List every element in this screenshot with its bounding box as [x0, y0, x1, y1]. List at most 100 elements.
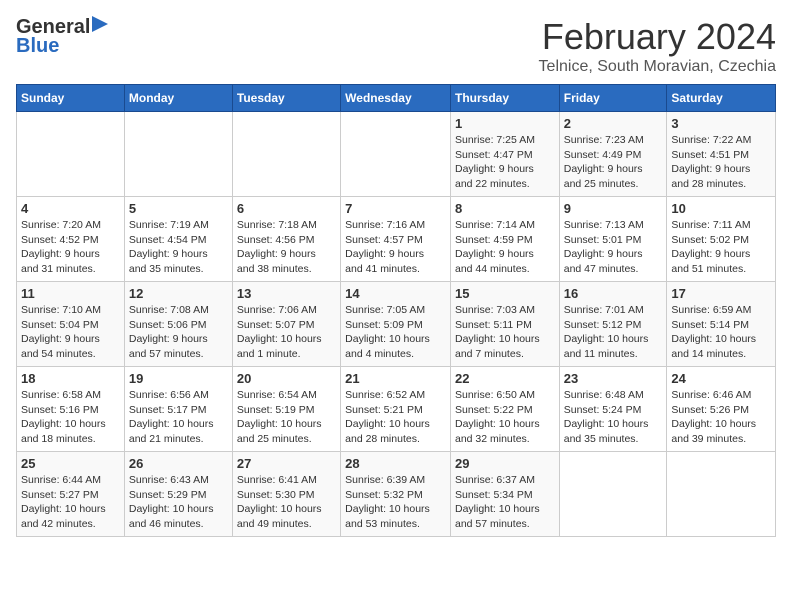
calendar-cell [341, 112, 451, 197]
calendar-header-monday: Monday [124, 85, 232, 112]
day-number: 13 [237, 286, 336, 301]
calendar-week-row: 18Sunrise: 6:58 AM Sunset: 5:16 PM Dayli… [17, 367, 776, 452]
day-info: Sunrise: 6:39 AM Sunset: 5:32 PM Dayligh… [345, 473, 446, 532]
day-number: 20 [237, 371, 336, 386]
calendar-cell: 26Sunrise: 6:43 AM Sunset: 5:29 PM Dayli… [124, 452, 232, 537]
calendar-cell: 4 Sunrise: 7:20 AM Sunset: 4:52 PM Daylig… [17, 197, 125, 282]
calendar-cell: 28 Sunrise: 6:39 AM Sunset: 5:32 PM Dayli… [341, 452, 451, 537]
title-area: February 2024 Telnice, South Moravian, C… [539, 16, 776, 76]
calendar-cell: 6Sunrise: 7:18 AM Sunset: 4:56 PM Daylig… [232, 197, 340, 282]
calendar-cell: 8 Sunrise: 7:14 AM Sunset: 4:59 PM Daylig… [450, 197, 559, 282]
day-number: 14 [345, 286, 446, 301]
calendar-cell: 17 Sunrise: 6:59 AM Sunset: 5:14 PM Dayli… [667, 282, 776, 367]
day-info: Sunrise: 7:20 AM Sunset: 4:52 PM Dayligh… [21, 218, 120, 277]
day-info: Sunrise: 6:56 AM Sunset: 5:17 PM Dayligh… [129, 388, 228, 447]
day-number: 1 [455, 116, 555, 131]
calendar-cell: 27 Sunrise: 6:41 AM Sunset: 5:30 PM Dayli… [232, 452, 340, 537]
calendar-week-row: 1 Sunrise: 7:25 AM Sunset: 4:47 PM Daylig… [17, 112, 776, 197]
page-header: General Blue February 2024 Telnice, Sout… [16, 16, 776, 76]
day-info: Sunrise: 7:08 AM Sunset: 5:06 PM Dayligh… [129, 303, 228, 362]
calendar-cell: 21 Sunrise: 6:52 AM Sunset: 5:21 PM Dayli… [341, 367, 451, 452]
calendar-cell: 14 Sunrise: 7:05 AM Sunset: 5:09 PM Dayli… [341, 282, 451, 367]
calendar-header-sunday: Sunday [17, 85, 125, 112]
day-number: 12 [129, 286, 228, 301]
day-info: Sunrise: 7:22 AM Sunset: 4:51 PM Dayligh… [671, 133, 771, 192]
calendar-cell: 2 Sunrise: 7:23 AM Sunset: 4:49 PM Daylig… [559, 112, 667, 197]
calendar-cell: 25 Sunrise: 6:44 AM Sunset: 5:27 PM Dayli… [17, 452, 125, 537]
day-info: Sunrise: 7:13 AM Sunset: 5:01 PM Dayligh… [564, 218, 663, 277]
logo: General Blue [16, 16, 108, 58]
day-number: 19 [129, 371, 228, 386]
day-number: 8 [455, 201, 555, 216]
day-number: 16 [564, 286, 663, 301]
calendar-cell [17, 112, 125, 197]
day-number: 5 [129, 201, 228, 216]
day-info: Sunrise: 6:41 AM Sunset: 5:30 PM Dayligh… [237, 473, 336, 532]
calendar-cell [559, 452, 667, 537]
day-info: Sunrise: 7:23 AM Sunset: 4:49 PM Dayligh… [564, 133, 663, 192]
calendar-week-row: 25 Sunrise: 6:44 AM Sunset: 5:27 PM Dayli… [17, 452, 776, 537]
logo-arrow-icon [92, 16, 108, 37]
day-info: Sunrise: 7:01 AM Sunset: 5:12 PM Dayligh… [564, 303, 663, 362]
day-number: 22 [455, 371, 555, 386]
month-title: February 2024 [539, 16, 776, 58]
day-info: Sunrise: 7:06 AM Sunset: 5:07 PM Dayligh… [237, 303, 336, 362]
calendar-cell: 20 Sunrise: 6:54 AM Sunset: 5:19 PM Dayli… [232, 367, 340, 452]
calendar-cell: 3 Sunrise: 7:22 AM Sunset: 4:51 PM Daylig… [667, 112, 776, 197]
day-number: 26 [129, 456, 228, 471]
calendar-cell: 1 Sunrise: 7:25 AM Sunset: 4:47 PM Daylig… [450, 112, 559, 197]
day-number: 23 [564, 371, 663, 386]
day-info: Sunrise: 7:25 AM Sunset: 4:47 PM Dayligh… [455, 133, 555, 192]
calendar-cell: 9Sunrise: 7:13 AM Sunset: 5:01 PM Daylig… [559, 197, 667, 282]
calendar-cell [667, 452, 776, 537]
day-number: 3 [671, 116, 771, 131]
day-info: Sunrise: 6:48 AM Sunset: 5:24 PM Dayligh… [564, 388, 663, 447]
calendar-cell: 23 Sunrise: 6:48 AM Sunset: 5:24 PM Dayli… [559, 367, 667, 452]
calendar-cell: 13 Sunrise: 7:06 AM Sunset: 5:07 PM Dayli… [232, 282, 340, 367]
day-number: 4 [21, 201, 120, 216]
calendar-cell: 29Sunrise: 6:37 AM Sunset: 5:34 PM Dayli… [450, 452, 559, 537]
day-info: Sunrise: 7:16 AM Sunset: 4:57 PM Dayligh… [345, 218, 446, 277]
day-number: 15 [455, 286, 555, 301]
day-info: Sunrise: 6:54 AM Sunset: 5:19 PM Dayligh… [237, 388, 336, 447]
day-info: Sunrise: 7:11 AM Sunset: 5:02 PM Dayligh… [671, 218, 771, 277]
calendar-header-friday: Friday [559, 85, 667, 112]
calendar-header-thursday: Thursday [450, 85, 559, 112]
calendar-cell [124, 112, 232, 197]
calendar-cell: 10 Sunrise: 7:11 AM Sunset: 5:02 PM Dayli… [667, 197, 776, 282]
calendar-week-row: 11Sunrise: 7:10 AM Sunset: 5:04 PM Dayli… [17, 282, 776, 367]
day-info: Sunrise: 7:05 AM Sunset: 5:09 PM Dayligh… [345, 303, 446, 362]
day-number: 29 [455, 456, 555, 471]
day-info: Sunrise: 6:59 AM Sunset: 5:14 PM Dayligh… [671, 303, 771, 362]
day-number: 18 [21, 371, 120, 386]
calendar-cell: 5Sunrise: 7:19 AM Sunset: 4:54 PM Daylig… [124, 197, 232, 282]
calendar-header-tuesday: Tuesday [232, 85, 340, 112]
day-number: 7 [345, 201, 446, 216]
calendar-cell: 11Sunrise: 7:10 AM Sunset: 5:04 PM Dayli… [17, 282, 125, 367]
day-info: Sunrise: 7:14 AM Sunset: 4:59 PM Dayligh… [455, 218, 555, 277]
day-info: Sunrise: 6:50 AM Sunset: 5:22 PM Dayligh… [455, 388, 555, 447]
day-number: 10 [671, 201, 771, 216]
calendar-table: SundayMondayTuesdayWednesdayThursdayFrid… [16, 84, 776, 537]
calendar-cell: 22 Sunrise: 6:50 AM Sunset: 5:22 PM Dayli… [450, 367, 559, 452]
day-info: Sunrise: 6:46 AM Sunset: 5:26 PM Dayligh… [671, 388, 771, 447]
day-info: Sunrise: 6:52 AM Sunset: 5:21 PM Dayligh… [345, 388, 446, 447]
day-number: 27 [237, 456, 336, 471]
day-info: Sunrise: 7:10 AM Sunset: 5:04 PM Dayligh… [21, 303, 120, 362]
day-info: Sunrise: 7:03 AM Sunset: 5:11 PM Dayligh… [455, 303, 555, 362]
day-info: Sunrise: 6:44 AM Sunset: 5:27 PM Dayligh… [21, 473, 120, 532]
calendar-cell: 16 Sunrise: 7:01 AM Sunset: 5:12 PM Dayli… [559, 282, 667, 367]
day-number: 17 [671, 286, 771, 301]
calendar-cell: 15 Sunrise: 7:03 AM Sunset: 5:11 PM Dayli… [450, 282, 559, 367]
calendar-header-saturday: Saturday [667, 85, 776, 112]
day-number: 2 [564, 116, 663, 131]
day-number: 25 [21, 456, 120, 471]
day-info: Sunrise: 7:18 AM Sunset: 4:56 PM Dayligh… [237, 218, 336, 277]
calendar-header-row: SundayMondayTuesdayWednesdayThursdayFrid… [17, 85, 776, 112]
location-subtitle: Telnice, South Moravian, Czechia [539, 58, 776, 76]
calendar-cell: 18Sunrise: 6:58 AM Sunset: 5:16 PM Dayli… [17, 367, 125, 452]
day-number: 21 [345, 371, 446, 386]
day-number: 28 [345, 456, 446, 471]
calendar-week-row: 4 Sunrise: 7:20 AM Sunset: 4:52 PM Daylig… [17, 197, 776, 282]
calendar-cell: 12 Sunrise: 7:08 AM Sunset: 5:06 PM Dayli… [124, 282, 232, 367]
